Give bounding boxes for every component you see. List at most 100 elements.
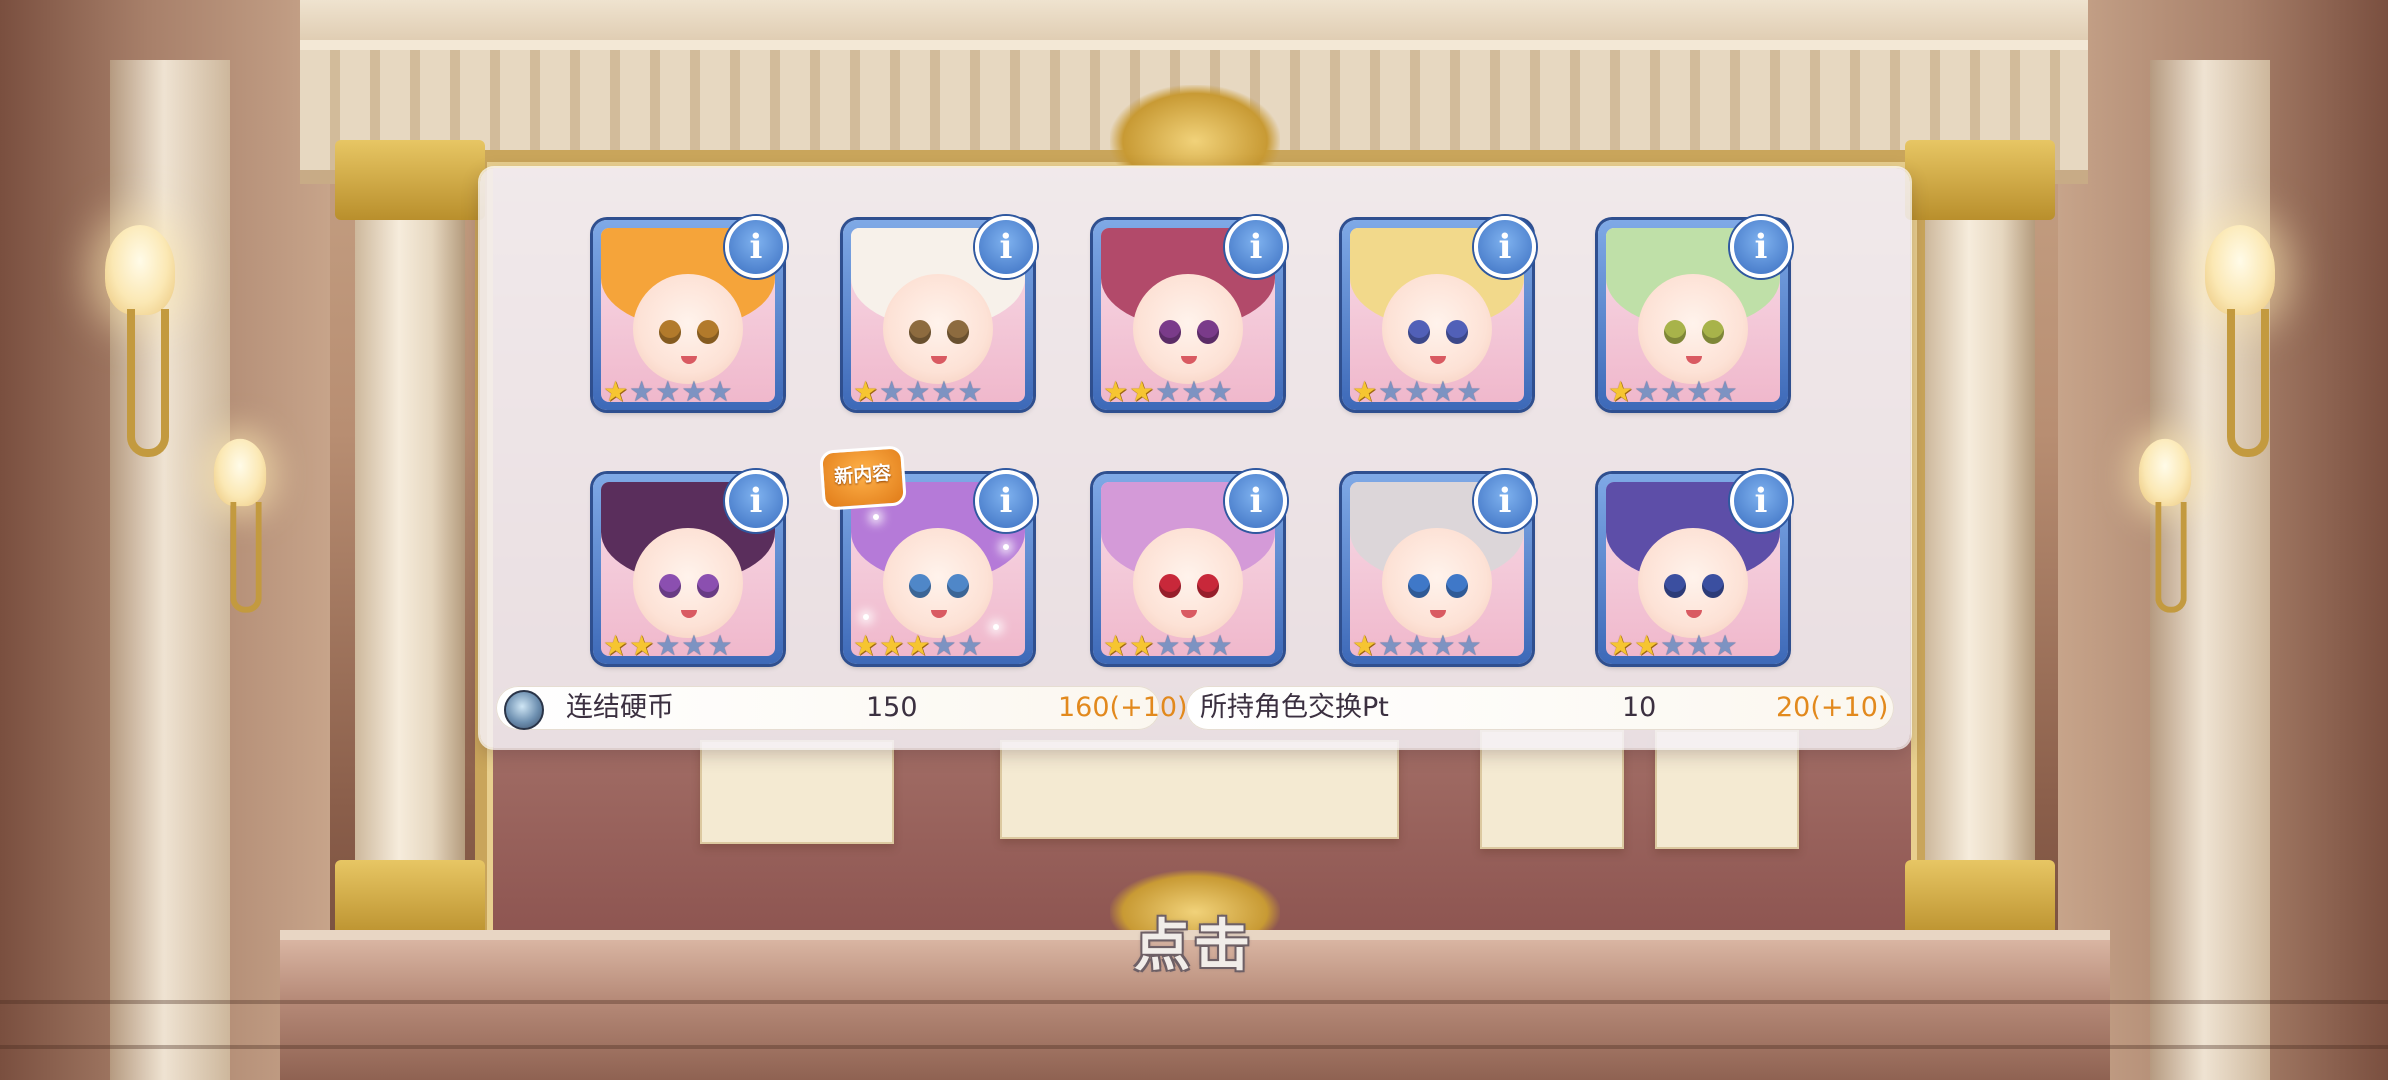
info-icon[interactable]: i [1474,470,1536,532]
star-icon: ★ [957,375,983,408]
info-icon[interactable]: i [1225,470,1287,532]
star-icon: ★ [957,629,983,662]
info-icon[interactable]: i [725,216,787,278]
star-icon: ★ [1155,375,1181,408]
star-icon: ★ [1155,629,1181,662]
star-icon: ★ [1660,629,1686,662]
resource-after: 20(+10) [1776,692,1889,723]
paper-notice [1000,740,1399,839]
sparkle-effect [993,624,999,630]
star-icon: ★ [853,629,879,662]
star-rating: ★ ★ ★ ★ ★ [603,632,733,660]
paper-notice [700,740,894,844]
star-icon: ★ [1686,375,1712,408]
star-icon: ★ [905,629,931,662]
character-card[interactable]: ★ ★ ★ ★ ★ i [1598,216,1792,410]
info-icon[interactable]: i [1730,216,1792,278]
star-icon: ★ [1378,375,1404,408]
info-icon[interactable]: i [1730,470,1792,532]
exchange-pt-bar: 所持角色交换Pt 10 20(+10) [1186,686,1894,730]
sparkle-effect [863,614,869,620]
star-icon: ★ [1712,375,1738,408]
star-icon: ★ [853,375,879,408]
star-rating: ★ ★ ★ ★ ★ [1352,378,1482,406]
character-card[interactable]: ★ ★ ★ ★ ★ i [593,470,787,664]
floor-line [0,1000,2388,1004]
wall-lamp-icon [2138,438,2192,613]
resource-current: 10 [1622,692,1657,723]
resource-label: 所持角色交换Pt [1200,692,1389,723]
star-rating: ★ ★ ★ ★ ★ [1103,378,1233,406]
star-icon: ★ [1207,375,1233,408]
sparkle-effect [1003,544,1009,550]
character-card[interactable]: ★ ★ ★ ★ ★ i 新内容 [819,445,1037,664]
star-icon: ★ [931,375,957,408]
sparkle-effect [873,514,879,520]
reward-panel: ★ ★ ★ ★ ★ i ★ ★ ★ ★ ★ i ★ ★ ★ ★ ★ i ★ ★ ★ ★ ★ i ★ ★ ★ ★ ★ i ★ ★ ★ ★ ★ i ★ ★ ★ ★… [480,168,1910,748]
pillar-right [1905,140,2055,970]
new-content-badge: 新内容 [819,445,907,511]
character-card[interactable]: ★ ★ ★ ★ ★ i [1598,470,1792,664]
star-icon: ★ [681,629,707,662]
star-icon: ★ [1608,375,1634,408]
star-icon: ★ [1103,629,1129,662]
star-rating: ★ ★ ★ ★ ★ [1103,632,1233,660]
info-icon[interactable]: i [975,470,1037,532]
star-icon: ★ [1456,375,1482,408]
star-icon: ★ [1352,629,1378,662]
star-icon: ★ [1686,629,1712,662]
tap-to-continue-prompt[interactable]: 点击 [1094,912,1294,982]
star-rating: ★ ★ ★ ★ ★ [1352,632,1482,660]
star-icon: ★ [603,375,629,408]
star-icon: ★ [1129,629,1155,662]
character-card[interactable]: ★ ★ ★ ★ ★ i [1093,216,1287,410]
character-card[interactable]: ★ ★ ★ ★ ★ i [1342,470,1536,664]
far-pillar-left [110,60,230,1080]
star-icon: ★ [1404,375,1430,408]
star-icon: ★ [1352,375,1378,408]
resource-current: 150 [866,692,918,723]
star-icon: ★ [1660,375,1686,408]
star-icon: ★ [707,375,733,408]
star-icon: ★ [681,375,707,408]
star-icon: ★ [879,375,905,408]
star-icon: ★ [1456,629,1482,662]
resource-label: 连结硬币 [566,692,674,723]
info-icon[interactable]: i [725,470,787,532]
connection-coin-icon [504,690,544,730]
info-icon[interactable]: i [1225,216,1287,278]
star-icon: ★ [655,375,681,408]
resource-after: 160(+10) [1058,692,1188,723]
star-icon: ★ [1634,629,1660,662]
star-icon: ★ [1404,629,1430,662]
star-icon: ★ [1129,375,1155,408]
wall-lamp-icon [2205,225,2275,457]
star-rating: ★ ★ ★ ★ ★ [603,378,733,406]
star-rating: ★ ★ ★ ★ ★ [853,632,983,660]
wall-lamp-icon [105,225,175,457]
info-icon[interactable]: i [1474,216,1536,278]
character-card[interactable]: ★ ★ ★ ★ ★ i [843,216,1037,410]
character-card[interactable]: ★ ★ ★ ★ ★ i [1342,216,1536,410]
star-icon: ★ [707,629,733,662]
gold-crest-top [1110,85,1280,165]
game-screen[interactable]: ★ ★ ★ ★ ★ i ★ ★ ★ ★ ★ i ★ ★ ★ ★ ★ i ★ ★ ★ ★ ★ i ★ ★ ★ ★ ★ i ★ ★ ★ ★ ★ i ★ ★ ★ ★… [0,0,2388,1080]
info-icon[interactable]: i [975,216,1037,278]
star-icon: ★ [1207,629,1233,662]
star-icon: ★ [931,629,957,662]
star-icon: ★ [905,375,931,408]
star-icon: ★ [1103,375,1129,408]
star-icon: ★ [879,629,905,662]
star-rating: ★ ★ ★ ★ ★ [853,378,983,406]
star-icon: ★ [1181,375,1207,408]
pillar-left [335,140,485,970]
character-card[interactable]: ★ ★ ★ ★ ★ i [593,216,787,410]
star-icon: ★ [1430,375,1456,408]
connection-coin-bar: 连结硬币 150 160(+10) [496,686,1188,730]
star-rating: ★ ★ ★ ★ ★ [1608,632,1738,660]
star-icon: ★ [1634,375,1660,408]
star-rating: ★ ★ ★ ★ ★ [1608,378,1738,406]
character-card[interactable]: ★ ★ ★ ★ ★ i [1093,470,1287,664]
wall-lamp-icon [213,438,267,613]
star-icon: ★ [603,629,629,662]
